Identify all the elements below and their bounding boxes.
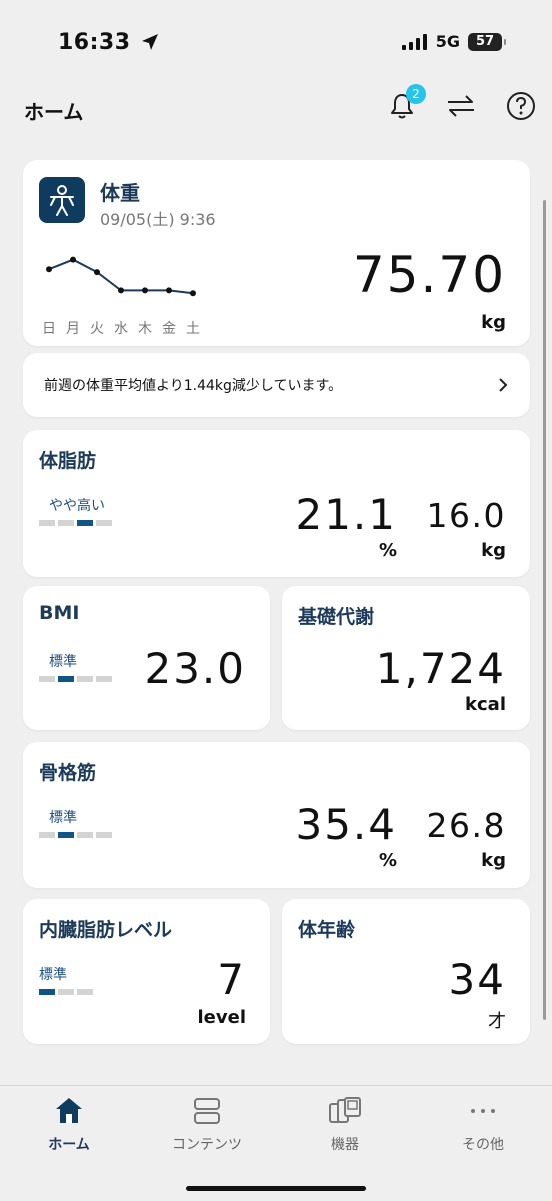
weight-point: [94, 269, 100, 276]
level-segment: [77, 832, 93, 838]
skeletal-muscle-percent: 35.4: [295, 800, 397, 849]
home-icon: [56, 1098, 82, 1123]
level-segment: [58, 832, 74, 838]
level-segment: [77, 520, 93, 526]
weight-point: [46, 266, 52, 273]
weekday-label: 木: [138, 321, 152, 337]
weekday-label: 金: [162, 321, 176, 337]
body-fat-level-bar: [39, 520, 112, 526]
skeletal-muscle-title: 骨格筋: [39, 762, 97, 784]
body-fat-mass: 16.0: [426, 496, 506, 535]
weight-unit: kg: [481, 312, 506, 333]
bmr-value: 1,724: [375, 644, 506, 693]
weight-point: [166, 287, 172, 294]
weekday-label: 水: [114, 321, 128, 337]
body-fat-title: 体脂肪: [39, 450, 97, 472]
body-age-title: 体年齢: [298, 919, 356, 941]
bmi-card[interactable]: BMI 標準 23.0: [23, 586, 270, 730]
skeletal-muscle-mass-unit: kg: [481, 850, 506, 871]
body-age-unit: 才: [488, 1011, 506, 1032]
weight-point: [70, 256, 76, 263]
weight-card[interactable]: 体重 09/05(土) 9:36 日月火水木金土 75.70 kg: [23, 160, 530, 346]
weight-point: [142, 287, 148, 294]
help-icon: [507, 92, 535, 120]
weight-point: [118, 287, 124, 294]
visceral-fat-value: 7: [217, 955, 246, 1004]
skeletal-muscle-mass: 26.8: [426, 806, 506, 845]
bmr-unit: kcal: [465, 694, 506, 715]
weight-trend-chart: [46, 256, 196, 297]
body-fat-percent: 21.1: [295, 490, 397, 539]
level-segment: [77, 989, 93, 995]
notification-badge: 2: [406, 84, 426, 104]
body-fat-percent-unit: %: [378, 540, 397, 561]
location-arrow-icon: [141, 34, 158, 50]
page-title: ホーム: [24, 100, 84, 124]
weekday-label: 火: [90, 321, 104, 337]
body-age-card[interactable]: 体年齢 34 才: [282, 899, 530, 1044]
status-indicators: 5G 57: [401, 32, 506, 51]
level-segment: [39, 676, 55, 682]
level-segment: [58, 676, 74, 682]
body-fat-mass-unit: kg: [481, 540, 506, 561]
level-segment: [39, 989, 55, 995]
battery-icon: 57: [468, 32, 506, 51]
body-icon: [39, 177, 85, 223]
weekday-labels: 日月火水木金土: [41, 318, 201, 338]
body-fat-level: やや高い: [49, 498, 105, 514]
bmi-level: 標準: [49, 654, 77, 670]
level-segment: [39, 832, 55, 838]
weight-title: 体重: [100, 181, 140, 205]
skeletal-muscle-card[interactable]: 骨格筋 標準 35.4 % 26.8 kg: [23, 742, 530, 888]
status-time: 16:33: [58, 30, 159, 55]
more-icon: [471, 1109, 495, 1113]
network-type: 5G: [435, 32, 460, 51]
bmr-title: 基礎代謝: [298, 606, 375, 628]
transfer-icon: [448, 95, 474, 117]
sync-button[interactable]: [445, 90, 477, 122]
contents-icon: [194, 1098, 220, 1124]
level-segment: [96, 676, 112, 682]
tab-contents[interactable]: コンテンツ: [147, 1096, 267, 1154]
signal-icon: [401, 33, 427, 50]
skeletal-muscle-level: 標準: [49, 810, 77, 826]
level-segment: [96, 832, 112, 838]
skeletal-muscle-percent-unit: %: [378, 850, 397, 871]
visceral-fat-card[interactable]: 内臓脂肪レベル 標準 7 level: [23, 899, 270, 1044]
skeletal-muscle-level-bar: [39, 832, 112, 838]
visceral-fat-level-bar: [39, 989, 93, 995]
level-segment: [77, 676, 93, 682]
weight-value: 75.70: [352, 246, 506, 304]
level-segment: [58, 520, 74, 526]
scroll-indicator[interactable]: [543, 200, 546, 1020]
tab-bar: ホーム コンテンツ 機器 その他: [0, 1085, 552, 1201]
bmi-level-bar: [39, 676, 112, 682]
body-age-value: 34: [448, 955, 506, 1004]
devices-icon: [329, 1097, 361, 1123]
weekday-label: 日: [42, 321, 56, 337]
weight-point: [190, 290, 196, 297]
tab-more[interactable]: その他: [423, 1096, 543, 1154]
tab-devices[interactable]: 機器: [285, 1096, 405, 1154]
visceral-fat-title: 内臓脂肪レベル: [39, 919, 173, 941]
level-segment: [58, 989, 74, 995]
weekly-message-text: 前週の体重平均値より1.44kg減少しています。: [44, 378, 343, 394]
notification-button[interactable]: 2: [386, 84, 426, 122]
weekday-label: 月: [66, 321, 80, 337]
chevron-right-icon: [499, 378, 508, 392]
help-button[interactable]: [505, 90, 537, 122]
weekly-message-card[interactable]: 前週の体重平均値より1.44kg減少しています。: [23, 353, 530, 417]
bmi-value: 23.0: [144, 644, 246, 693]
tab-home[interactable]: ホーム: [9, 1096, 129, 1154]
bmr-card[interactable]: 基礎代謝 1,724 kcal: [282, 586, 530, 730]
visceral-fat-level: 標準: [39, 967, 67, 983]
home-indicator: [186, 1186, 366, 1191]
bmi-title: BMI: [39, 602, 80, 624]
weight-datetime: 09/05(土) 9:36: [100, 210, 216, 229]
level-segment: [96, 520, 112, 526]
weekday-label: 土: [186, 321, 200, 337]
visceral-fat-unit: level: [197, 1007, 247, 1028]
level-segment: [39, 520, 55, 526]
body-fat-card[interactable]: 体脂肪 やや高い 21.1 % 16.0 kg: [23, 430, 530, 577]
